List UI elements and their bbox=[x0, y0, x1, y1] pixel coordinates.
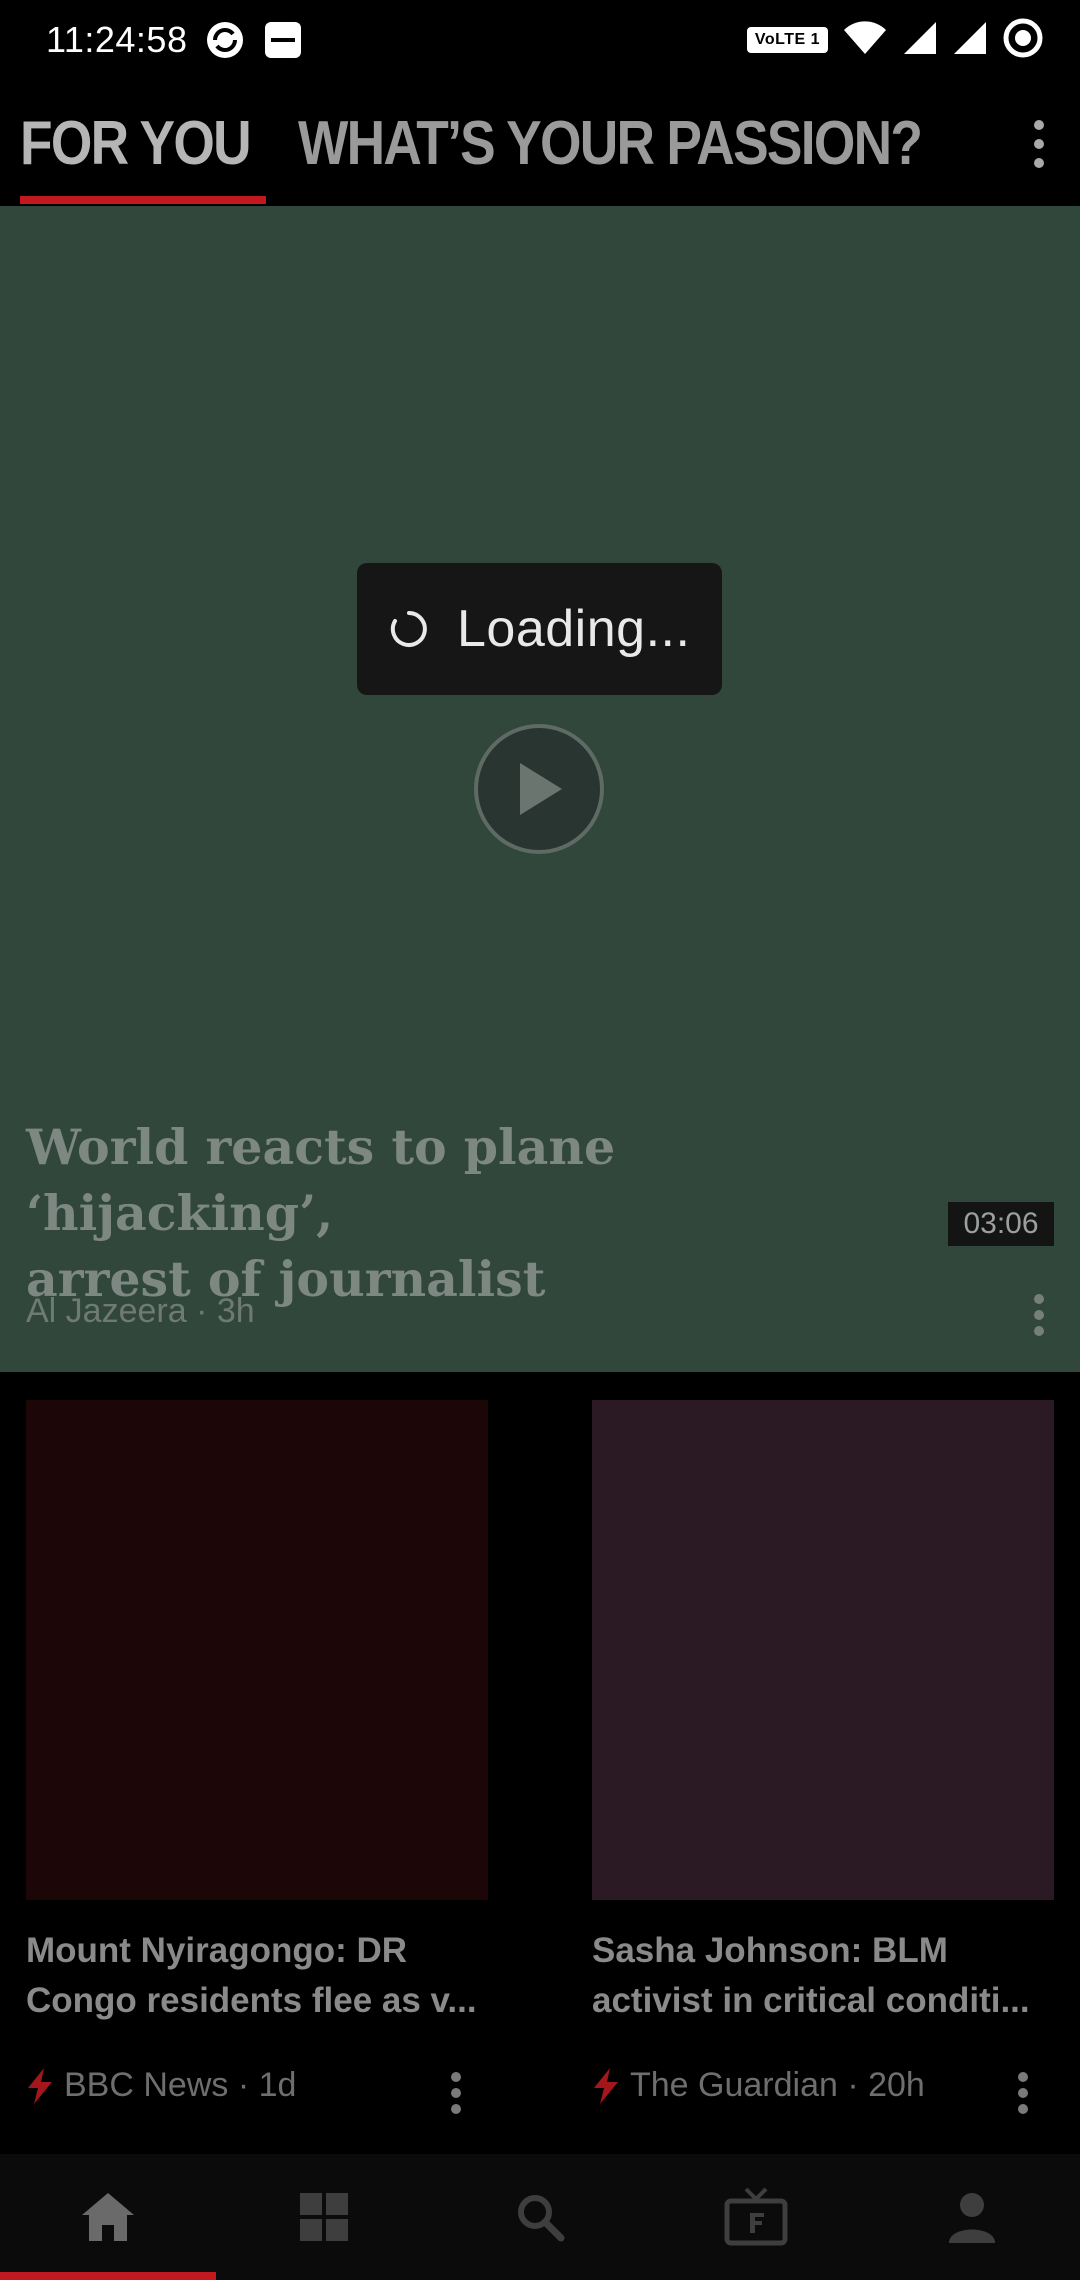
signal-icon-2 bbox=[952, 20, 988, 61]
tab-whats-your-passion[interactable]: WHAT’S YOUR PASSION? bbox=[298, 108, 923, 179]
overflow-menu-icon[interactable] bbox=[1024, 114, 1054, 174]
app-screen: 11:24:58 VoLTE 1 FOR YOU WHAT’S YOUR PAS… bbox=[0, 0, 1080, 2280]
spinner-icon bbox=[390, 611, 427, 647]
article-title-right-line1: Sasha Johnson: BLM bbox=[592, 1931, 948, 1970]
search-icon bbox=[518, 2195, 565, 2242]
bolt-icon bbox=[28, 2067, 52, 2104]
ifttt-app-icon bbox=[263, 20, 303, 60]
status-left: 11:24:58 bbox=[46, 19, 303, 61]
top-tab-bar: FOR YOU WHAT’S YOUR PASSION? bbox=[0, 80, 1080, 206]
play-icon[interactable] bbox=[474, 724, 604, 854]
loading-text: Loading... bbox=[457, 600, 691, 658]
article-more-icon-right[interactable] bbox=[1008, 2068, 1038, 2118]
article-source-left: BBC News · 1d bbox=[64, 2066, 297, 2104]
status-right: VoLTE 1 bbox=[746, 17, 1044, 64]
hero-title[interactable]: World reacts to plane ‘hijacking’, arres… bbox=[26, 1114, 926, 1312]
article-source-right: The Guardian · 20h bbox=[630, 2066, 925, 2104]
status-time: 11:24:58 bbox=[46, 19, 188, 60]
nav-home[interactable] bbox=[0, 2154, 216, 2280]
nav-search[interactable] bbox=[432, 2154, 648, 2280]
signal-icon-1 bbox=[902, 20, 938, 61]
article-title-right-line2: activist in critical conditi... bbox=[592, 1981, 1030, 2020]
home-icon bbox=[82, 2193, 134, 2241]
active-tab-indicator bbox=[20, 196, 266, 204]
record-icon bbox=[1002, 17, 1044, 64]
sync-app-icon bbox=[205, 20, 245, 60]
nav-sections[interactable] bbox=[216, 2154, 432, 2280]
article-thumbnail-left[interactable] bbox=[26, 1400, 488, 1900]
article-meta-right: The Guardian · 20h bbox=[592, 2066, 925, 2105]
bolt-icon bbox=[594, 2067, 618, 2104]
grid-icon bbox=[300, 2193, 348, 2241]
nav-active-indicator bbox=[0, 2272, 216, 2280]
article-thumbnail-right[interactable] bbox=[592, 1400, 1054, 1900]
hero-title-line1: World reacts to plane ‘hijacking’, bbox=[26, 1118, 616, 1242]
tab-for-you[interactable]: FOR YOU bbox=[20, 108, 252, 179]
loading-dialog: Loading... bbox=[357, 563, 722, 695]
article-title-left-line1: Mount Nyiragongo: DR bbox=[26, 1931, 408, 1970]
hero-video-card[interactable]: World reacts to plane ‘hijacking’, arres… bbox=[0, 206, 1080, 1372]
article-meta-left: BBC News · 1d bbox=[26, 2066, 296, 2105]
article-title-left[interactable]: Mount Nyiragongo: DR Congo residents fle… bbox=[26, 1926, 506, 2026]
status-bar: 11:24:58 VoLTE 1 bbox=[0, 0, 1080, 80]
hero-more-icon[interactable] bbox=[1024, 1290, 1054, 1340]
nav-tv[interactable] bbox=[648, 2154, 864, 2280]
bottom-navigation bbox=[0, 2154, 1080, 2280]
article-title-left-line2: Congo residents flee as v... bbox=[26, 1981, 477, 2020]
wifi-icon bbox=[842, 20, 888, 61]
volte-badge: VoLTE 1 bbox=[746, 27, 828, 53]
video-duration-badge: 03:06 bbox=[948, 1202, 1054, 1246]
hero-source: Al Jazeera · 3h bbox=[26, 1292, 255, 1330]
article-title-right[interactable]: Sasha Johnson: BLM activist in critical … bbox=[592, 1926, 1072, 2026]
article-more-icon-left[interactable] bbox=[441, 2068, 471, 2118]
nav-profile[interactable] bbox=[864, 2154, 1080, 2280]
tv-icon bbox=[724, 2187, 788, 2246]
profile-icon bbox=[949, 2193, 995, 2243]
